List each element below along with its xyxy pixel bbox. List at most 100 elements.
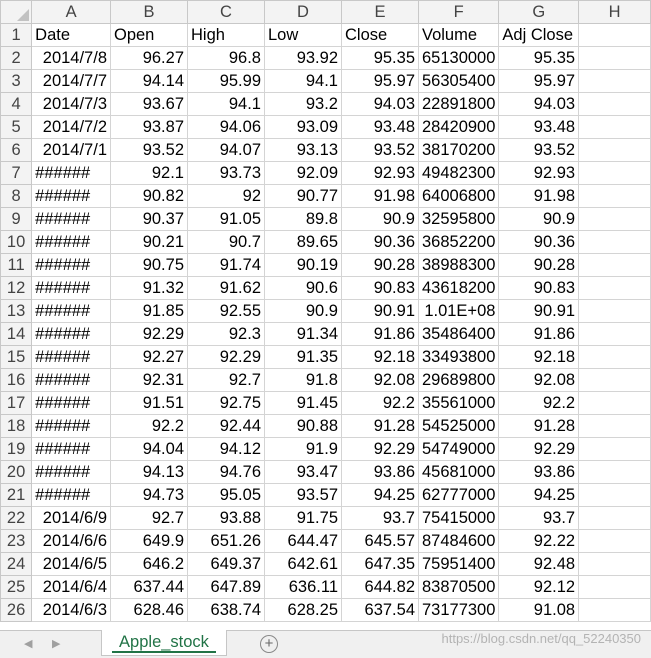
cell-g6[interactable]: 93.52 (498, 138, 580, 162)
cell-f20[interactable]: 45681000 (417, 460, 500, 484)
cell-d9[interactable]: 89.8 (264, 207, 342, 231)
row-header[interactable]: 16 (0, 368, 33, 392)
cell-c13[interactable]: 92.55 (187, 299, 265, 323)
cell-h26[interactable] (578, 598, 651, 622)
column-header-d[interactable]: D (264, 0, 342, 24)
cell-g1[interactable]: Adj Close (498, 23, 580, 47)
cell-a11[interactable]: ###### (31, 253, 111, 277)
cell-b6[interactable]: 93.52 (110, 138, 188, 162)
cell-h2[interactable] (578, 46, 651, 70)
cell-e15[interactable]: 92.18 (341, 345, 419, 369)
cell-h21[interactable] (578, 483, 651, 507)
cell-f22[interactable]: 75415000 (417, 506, 500, 530)
cell-c12[interactable]: 91.62 (187, 276, 265, 300)
row-header[interactable]: 18 (0, 414, 33, 438)
cell-d24[interactable]: 642.61 (264, 552, 342, 576)
cell-g3[interactable]: 95.97 (498, 69, 580, 93)
cell-a17[interactable]: ###### (31, 391, 111, 415)
row-header[interactable]: 15 (0, 345, 33, 369)
cell-b18[interactable]: 92.2 (110, 414, 188, 438)
cell-d15[interactable]: 91.35 (264, 345, 342, 369)
cell-b25[interactable]: 637.44 (110, 575, 188, 599)
cell-f5[interactable]: 28420900 (417, 115, 500, 139)
cell-d1[interactable]: Low (264, 23, 342, 47)
cell-e4[interactable]: 94.03 (341, 92, 419, 116)
cell-b21[interactable]: 94.73 (110, 483, 188, 507)
cell-d20[interactable]: 93.47 (264, 460, 342, 484)
cell-h11[interactable] (578, 253, 651, 277)
cell-h18[interactable] (578, 414, 651, 438)
cell-d26[interactable]: 628.25 (264, 598, 342, 622)
cell-f24[interactable]: 75951400 (417, 552, 500, 576)
cell-c15[interactable]: 92.29 (187, 345, 265, 369)
row-header[interactable]: 6 (0, 138, 33, 162)
column-header-g[interactable]: G (498, 0, 580, 24)
cell-g14[interactable]: 91.86 (498, 322, 580, 346)
cell-h8[interactable] (578, 184, 651, 208)
row-header[interactable]: 26 (0, 598, 33, 622)
cell-e2[interactable]: 95.35 (341, 46, 419, 70)
cell-g12[interactable]: 90.83 (498, 276, 580, 300)
cell-e10[interactable]: 90.36 (341, 230, 419, 254)
cell-b8[interactable]: 90.82 (110, 184, 188, 208)
cell-d8[interactable]: 90.77 (264, 184, 342, 208)
cell-e18[interactable]: 91.28 (341, 414, 419, 438)
cell-b15[interactable]: 92.27 (110, 345, 188, 369)
cell-f2[interactable]: 65130000 (417, 46, 500, 70)
column-header-e[interactable]: E (341, 0, 419, 24)
cell-c4[interactable]: 94.1 (187, 92, 265, 116)
cell-h3[interactable] (578, 69, 651, 93)
cell-h9[interactable] (578, 207, 651, 231)
cell-f26[interactable]: 73177300 (417, 598, 500, 622)
cell-h7[interactable] (578, 161, 651, 185)
cell-h19[interactable] (578, 437, 651, 461)
row-header[interactable]: 8 (0, 184, 33, 208)
cell-b22[interactable]: 92.7 (110, 506, 188, 530)
cell-a19[interactable]: ###### (31, 437, 111, 461)
cell-g24[interactable]: 92.48 (498, 552, 580, 576)
cell-a23[interactable]: 2014/6/6 (31, 529, 111, 553)
cell-d5[interactable]: 93.09 (264, 115, 342, 139)
cell-d19[interactable]: 91.9 (264, 437, 342, 461)
cell-d6[interactable]: 93.13 (264, 138, 342, 162)
cell-f3[interactable]: 56305400 (417, 69, 500, 93)
cell-f13[interactable]: 1.01E+08 (417, 299, 500, 323)
cell-g16[interactable]: 92.08 (498, 368, 580, 392)
cell-f11[interactable]: 38988300 (417, 253, 500, 277)
cell-a15[interactable]: ###### (31, 345, 111, 369)
cell-e26[interactable]: 637.54 (341, 598, 419, 622)
cell-a26[interactable]: 2014/6/3 (31, 598, 111, 622)
cell-b11[interactable]: 90.75 (110, 253, 188, 277)
cell-e9[interactable]: 90.9 (341, 207, 419, 231)
cell-g4[interactable]: 94.03 (498, 92, 580, 116)
cell-a3[interactable]: 2014/7/7 (31, 69, 111, 93)
add-sheet-icon[interactable]: + (260, 635, 278, 653)
scroll-tabs-right-icon[interactable]: ▶ (52, 637, 60, 650)
cell-a7[interactable]: ###### (31, 161, 111, 185)
cell-e17[interactable]: 92.2 (341, 391, 419, 415)
cell-g13[interactable]: 90.91 (498, 299, 580, 323)
cell-f12[interactable]: 43618200 (417, 276, 500, 300)
cell-d11[interactable]: 90.19 (264, 253, 342, 277)
cell-c19[interactable]: 94.12 (187, 437, 265, 461)
cell-a9[interactable]: ###### (31, 207, 111, 231)
cell-a1[interactable]: Date (31, 23, 111, 47)
cell-c26[interactable]: 638.74 (187, 598, 265, 622)
cell-c2[interactable]: 96.8 (187, 46, 265, 70)
cell-c11[interactable]: 91.74 (187, 253, 265, 277)
cell-b20[interactable]: 94.13 (110, 460, 188, 484)
cell-g9[interactable]: 90.9 (498, 207, 580, 231)
cell-a18[interactable]: ###### (31, 414, 111, 438)
cell-a16[interactable]: ###### (31, 368, 111, 392)
row-header[interactable]: 17 (0, 391, 33, 415)
row-header[interactable]: 24 (0, 552, 33, 576)
cell-h20[interactable] (578, 460, 651, 484)
cell-g8[interactable]: 91.98 (498, 184, 580, 208)
cell-d25[interactable]: 636.11 (264, 575, 342, 599)
cell-g11[interactable]: 90.28 (498, 253, 580, 277)
cell-e25[interactable]: 644.82 (341, 575, 419, 599)
sheet-tab-apple-stock[interactable]: Apple_stock (101, 630, 227, 656)
cell-c5[interactable]: 94.06 (187, 115, 265, 139)
row-header[interactable]: 10 (0, 230, 33, 254)
cell-f6[interactable]: 38170200 (417, 138, 500, 162)
